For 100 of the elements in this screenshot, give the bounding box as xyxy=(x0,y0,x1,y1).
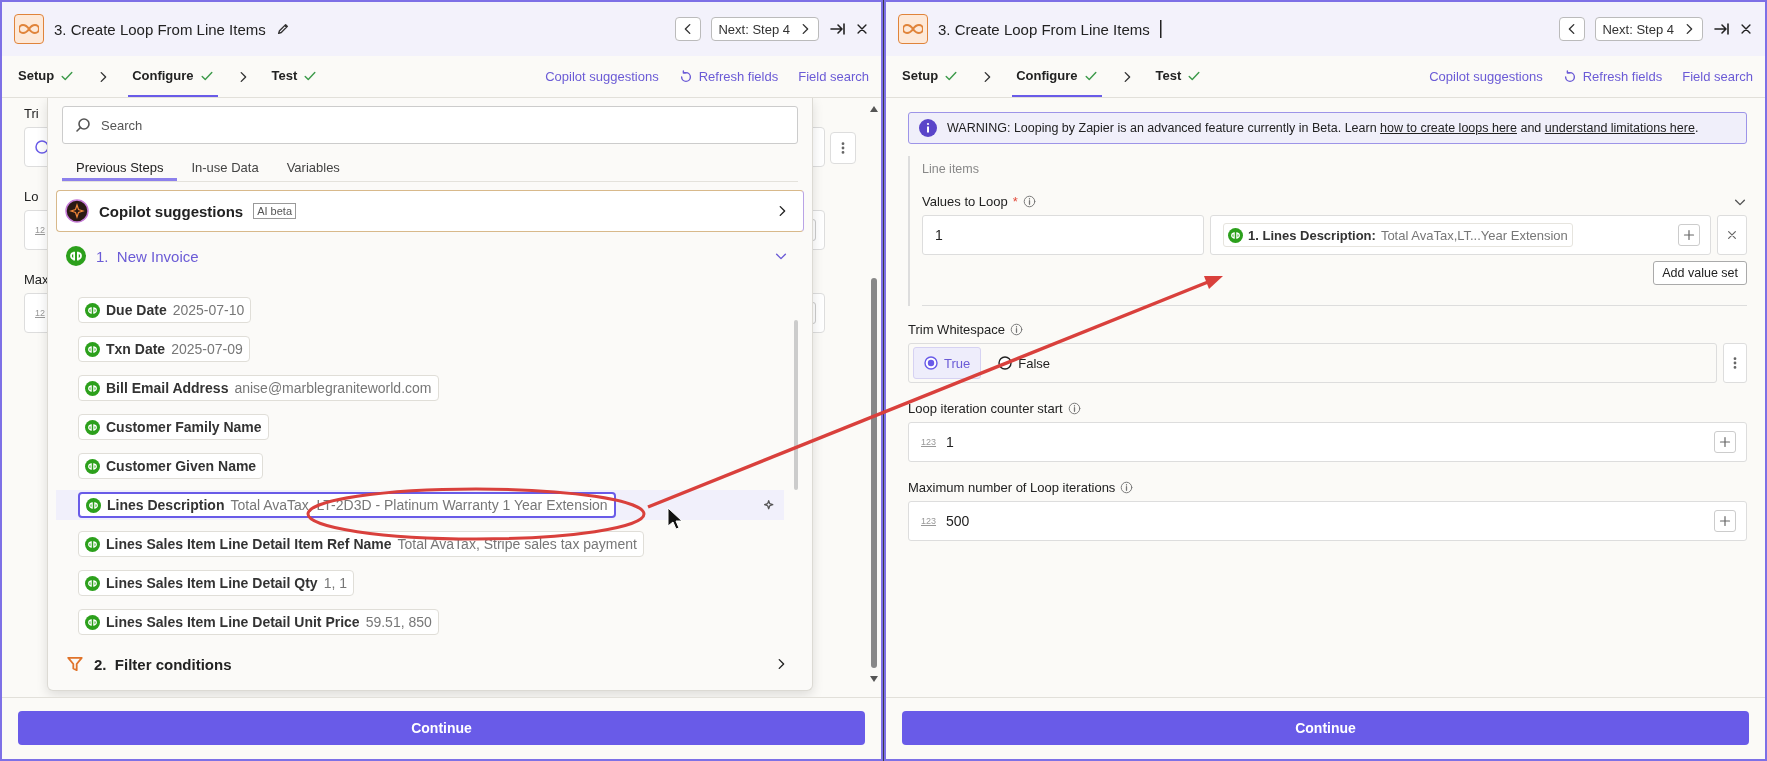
app-logo-icon xyxy=(1228,227,1243,243)
picker-tab[interactable]: In-use Data xyxy=(177,158,273,181)
number-input[interactable]: 123 1 xyxy=(908,422,1747,462)
highlighted-field-row[interactable]: Lines Description Total AvaTax, LT-2D3D - Platinum Warranty 1 Year Extension xyxy=(56,490,784,520)
radio-option[interactable]: False xyxy=(987,347,1062,379)
app-logo-icon xyxy=(85,575,100,591)
picker-tab[interactable]: Previous Steps xyxy=(62,158,178,181)
field-label: Tri xyxy=(24,106,39,121)
plus-icon xyxy=(1719,515,1731,527)
copilot-title: Copilot suggestions xyxy=(99,202,244,220)
add-button[interactable] xyxy=(1714,431,1736,453)
previous-step-button[interactable] xyxy=(1559,17,1586,41)
help-link[interactable]: understand limitations here xyxy=(1544,121,1695,135)
close-icon xyxy=(855,22,869,36)
app-logo-icon xyxy=(85,380,100,396)
add-button[interactable] xyxy=(1678,224,1700,246)
exit-arrow-icon xyxy=(1713,21,1729,37)
step-title[interactable]: 3. Create Loop From Line Items xyxy=(54,20,266,38)
refresh-icon xyxy=(678,69,693,84)
info-icon xyxy=(1067,402,1081,415)
value-input[interactable]: 1. Lines Description: Total AvaTax,LT...Year Extension xyxy=(1210,215,1711,255)
app-logo-icon xyxy=(898,14,928,44)
info-icon xyxy=(1022,195,1036,208)
scrollbar-thumb[interactable] xyxy=(794,320,798,490)
step-tab[interactable]: Setup xyxy=(14,56,79,97)
search-icon xyxy=(75,117,91,133)
continue-button[interactable]: Continue xyxy=(18,711,865,745)
copilot-sparkle-icon xyxy=(65,199,89,223)
step-name: 1. New Invoice xyxy=(96,247,199,265)
number-input[interactable]: 123 500 xyxy=(908,501,1747,541)
field-pill[interactable]: Customer Family Name xyxy=(78,414,269,440)
field-pill[interactable]: Txn Date 2025-07-09 xyxy=(78,336,250,362)
continue-button[interactable]: Continue xyxy=(902,711,1749,745)
field-pill[interactable]: Bill Email Address anise@marblegraniteworld.com xyxy=(78,375,439,401)
mapped-value-pill[interactable]: 1. Lines Description: Total AvaTax,LT...Year Extension xyxy=(1223,223,1573,247)
search-field[interactable]: Search xyxy=(62,106,798,144)
refresh-icon xyxy=(1562,69,1577,84)
add-value-set-button[interactable]: Add value set xyxy=(1653,261,1747,285)
vertical-dots-icon xyxy=(1733,356,1737,370)
step-tab[interactable]: Setup xyxy=(898,56,963,97)
step-tab[interactable]: Configure xyxy=(1012,56,1102,97)
close-icon xyxy=(1726,229,1738,241)
number-type-hint: 12 xyxy=(35,225,45,235)
field-pill[interactable]: Lines Description Total AvaTax, LT-2D3D - Platinum Warranty 1 Year Extension xyxy=(78,492,616,518)
info-icon xyxy=(1120,481,1134,494)
step-title[interactable]: 3. Create Loop From Line Items xyxy=(938,20,1150,38)
app-logo-icon xyxy=(85,419,100,435)
mouse-pointer-icon xyxy=(667,507,683,530)
step-name: 2. Filter conditions xyxy=(94,655,232,673)
add-button[interactable] xyxy=(1714,510,1736,532)
field-label: Maximum number of Loop iterations xyxy=(908,480,1116,495)
app-logo-icon xyxy=(85,341,100,357)
plus-icon xyxy=(1719,436,1731,448)
next-step-button[interactable]: Next: Step 4 xyxy=(711,17,819,41)
step-tab[interactable]: Test xyxy=(267,56,322,97)
toolbar-link[interactable]: Copilot suggestions xyxy=(1429,69,1543,84)
required-asterisk: * xyxy=(1012,194,1018,209)
copilot-suggestions-row[interactable]: Copilot suggestions AI beta xyxy=(56,190,804,232)
field-pill[interactable]: Customer Given Name xyxy=(78,453,264,479)
app-logo-icon xyxy=(66,246,86,266)
field-pill[interactable]: Lines Sales Item Line Detail Unit Price 59.51, 850 xyxy=(78,609,439,635)
app-logo-icon xyxy=(85,302,100,318)
app-logo-icon xyxy=(14,14,44,44)
field-label: Max xyxy=(24,272,49,287)
help-link[interactable]: how to create loops here xyxy=(1380,121,1517,135)
info-icon xyxy=(1010,323,1024,336)
filter-icon xyxy=(66,655,84,673)
section-title: Line items xyxy=(922,162,980,176)
field-pill[interactable]: Lines Sales Item Line Detail Qty 1, 1 xyxy=(78,570,354,596)
field-pill[interactable]: Due Date 2025-07-10 xyxy=(78,297,252,323)
picker-tab[interactable]: Variables xyxy=(272,158,354,181)
step-tab[interactable]: Test xyxy=(1151,56,1206,97)
app-logo-icon xyxy=(85,614,100,630)
toolbar-link[interactable]: Copilot suggestions xyxy=(545,69,659,84)
toolbar-link[interactable]: Refresh fields xyxy=(1562,69,1663,84)
toolbar-link[interactable]: Field search xyxy=(1682,69,1753,84)
toolbar-link[interactable]: Field search xyxy=(798,69,869,84)
warning-text: WARNING: Looping by Zapier is an advanced feature currently in Beta. Learn how to create loops here and understand limitations here. xyxy=(947,121,1699,135)
field-label: Trim Whitespace xyxy=(908,322,1006,337)
radio-option[interactable]: True xyxy=(913,347,982,379)
step-row[interactable]: 2. Filter conditions xyxy=(56,640,804,688)
field-label: Loop iteration counter start xyxy=(908,401,1063,416)
previous-step-button[interactable] xyxy=(675,17,702,41)
next-step-button[interactable]: Next: Step 4 xyxy=(1595,17,1703,41)
app-logo-icon xyxy=(85,458,100,474)
plus-icon xyxy=(1683,229,1695,241)
remove-button[interactable] xyxy=(1717,215,1747,255)
info-icon xyxy=(919,119,937,137)
key-input[interactable]: 1 xyxy=(922,215,1204,255)
app-logo-icon xyxy=(85,536,100,552)
more-options-button[interactable] xyxy=(1723,343,1747,383)
toolbar-link[interactable]: Refresh fields xyxy=(678,69,779,84)
number-type-hint: 12 xyxy=(35,308,45,318)
field-label: Values to Loop xyxy=(922,194,1008,209)
more-options-button[interactable] xyxy=(830,132,856,164)
step-row[interactable]: 1. New Invoice xyxy=(56,232,804,280)
field-label: Lo xyxy=(24,189,39,204)
sparkle-icon xyxy=(763,498,776,512)
vertical-dots-icon xyxy=(841,141,845,155)
close-icon xyxy=(1739,22,1753,36)
